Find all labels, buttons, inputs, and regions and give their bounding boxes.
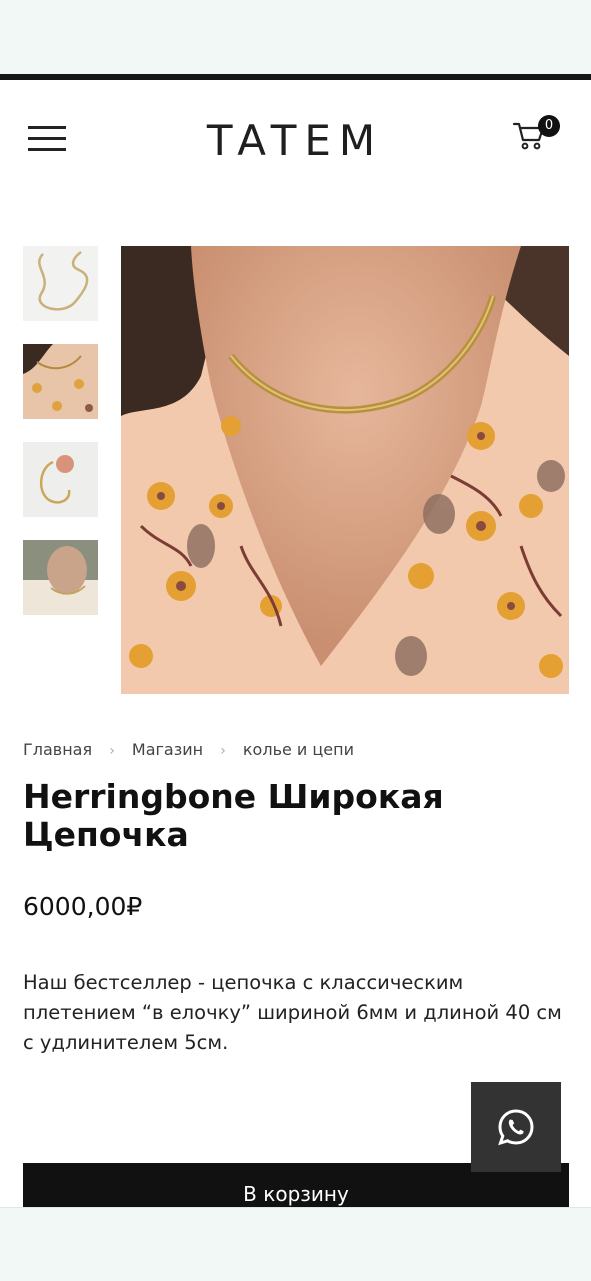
status-bar xyxy=(0,0,591,74)
cart-button[interactable]: 0 xyxy=(512,115,562,160)
product-price: 6000,00₽ xyxy=(23,892,143,921)
product-description: Наш бестселлер - цепочка с классическим … xyxy=(23,971,562,1054)
thumbnail-1[interactable] xyxy=(23,246,98,321)
site-header: TATEM 0 xyxy=(0,80,591,200)
whatsapp-chat-button[interactable] xyxy=(471,1082,561,1172)
thumbnail-4[interactable] xyxy=(23,540,98,615)
breadcrumb-home[interactable]: Главная xyxy=(23,740,92,759)
cart-count-badge: 0 xyxy=(538,115,560,137)
breadcrumb: Главная › Магазин › колье и цепи xyxy=(23,740,354,759)
product-thumbnail-image xyxy=(23,442,98,517)
menu-icon-line xyxy=(28,137,66,140)
thumbnail-3[interactable] xyxy=(23,442,98,517)
menu-icon-line xyxy=(28,126,66,129)
breadcrumb-shop[interactable]: Магазин xyxy=(132,740,203,759)
chevron-right-icon: › xyxy=(109,743,115,759)
product-thumbnail-image xyxy=(23,344,98,419)
whatsapp-icon xyxy=(498,1109,534,1146)
bottom-navigation-bar xyxy=(0,1207,591,1281)
product-title: Herringbone Широкая Цепочка xyxy=(23,777,444,854)
product-thumbnail-image xyxy=(23,246,98,321)
model-wearing-chain-image xyxy=(121,246,569,694)
product-thumbnail-image xyxy=(23,540,98,615)
thumbnail-2[interactable] xyxy=(23,344,98,419)
menu-icon-line xyxy=(28,148,66,151)
breadcrumb-category[interactable]: колье и цепи xyxy=(243,740,354,759)
menu-button[interactable] xyxy=(28,124,68,152)
product-main-image[interactable] xyxy=(121,246,569,694)
chevron-right-icon: › xyxy=(220,743,226,759)
site-logo[interactable]: TATEM xyxy=(160,116,430,165)
